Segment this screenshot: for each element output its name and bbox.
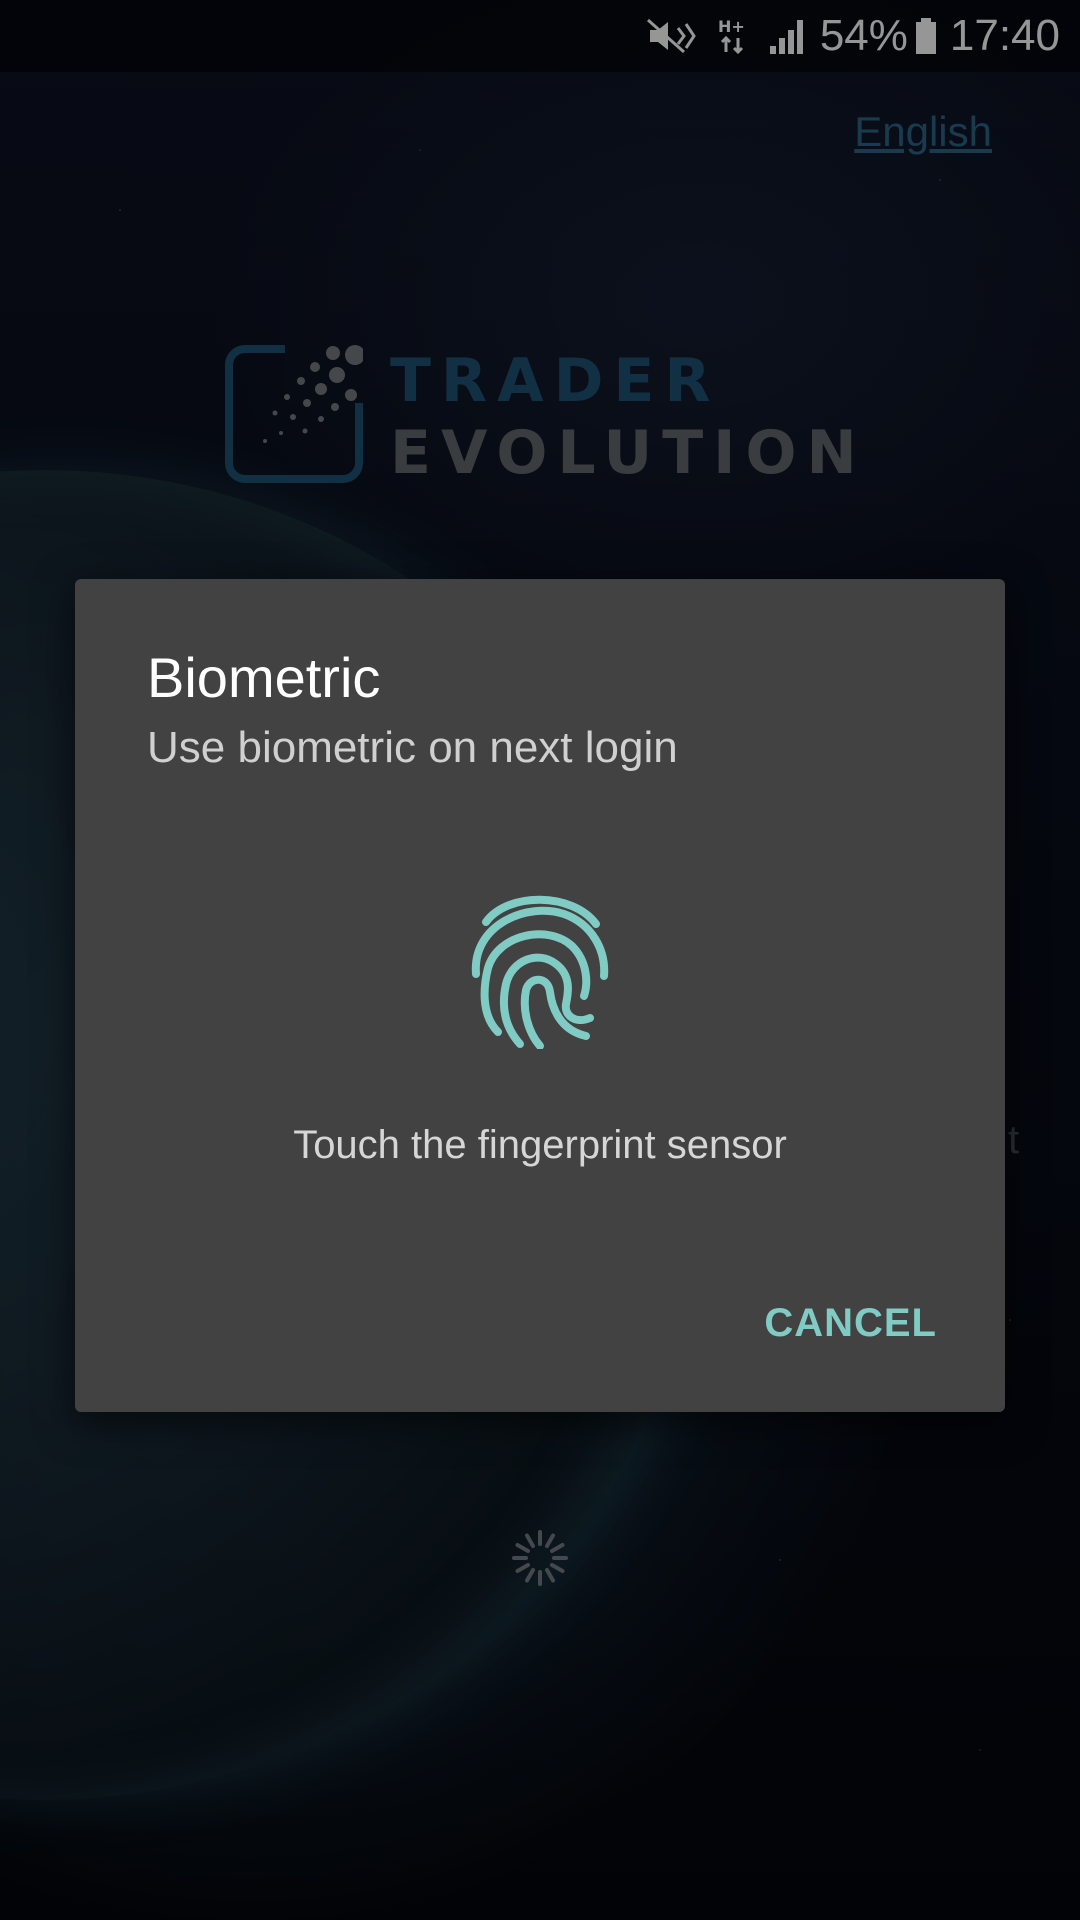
fingerprint-icon [471, 895, 609, 1049]
fingerprint-hint-text: Touch the fingerprint sensor [293, 1123, 787, 1167]
biometric-dialog: Biometric Use biometric on next login To… [75, 579, 1005, 1412]
dialog-title: Biometric [147, 646, 381, 709]
login-screen: H+ 54% 17:40 English TRADER EVOLUTION t … [0, 0, 1080, 1920]
cancel-button[interactable]: CANCEL [764, 1301, 937, 1346]
dialog-subtitle: Use biometric on next login [147, 723, 678, 772]
